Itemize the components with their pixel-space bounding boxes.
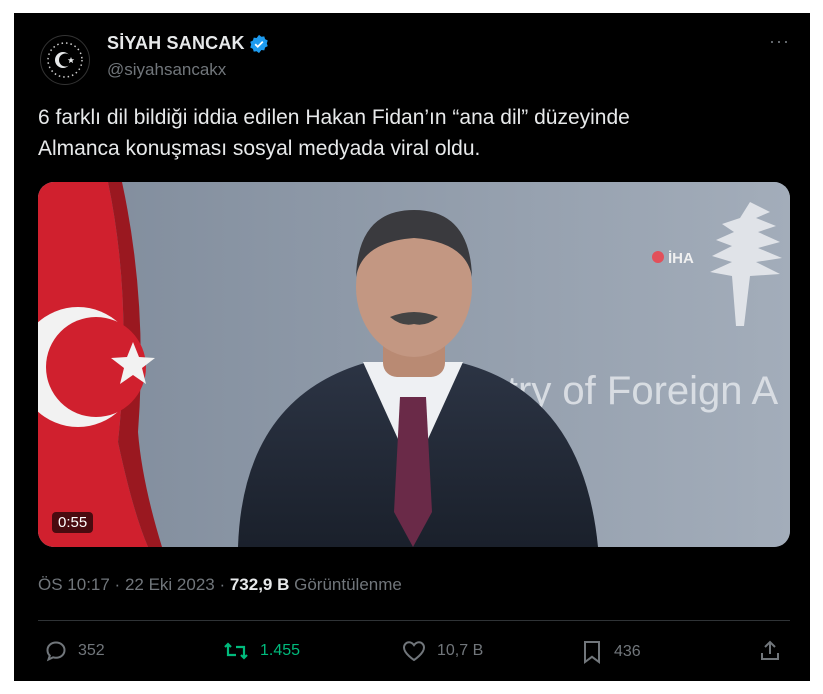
video-duration-badge: 0:55 (52, 512, 94, 533)
tweet-text-line: 6 farklı dil bildiği iddia edilen Hakan … (38, 106, 630, 129)
tweet-text-line: Almanca konuşması sosyal medyada viral o… (38, 137, 481, 160)
meta-separator: · (109, 575, 125, 594)
retweet-icon (224, 642, 248, 660)
bookmark-count: 436 (614, 643, 641, 660)
tweet-card: SİYAH SANCAK @siyahsancakx ··· 6 farklı … (14, 13, 810, 681)
video-player[interactable]: istry of Foreign A İHA 0:55 (38, 182, 790, 547)
reply-icon (46, 641, 66, 662)
tweet-date[interactable]: 22 Eki 2023 (125, 575, 215, 594)
meta-separator: · (214, 575, 230, 594)
bookmark-icon (584, 641, 600, 664)
retweet-button[interactable]: 1.455 (222, 639, 300, 663)
divider (38, 620, 790, 621)
star-crescent-icon (47, 42, 83, 78)
reply-count: 352 (78, 642, 105, 659)
like-button[interactable]: 10,7 B (401, 639, 483, 663)
like-count: 10,7 B (437, 642, 484, 659)
tweet-meta: ÖS 10:17 · 22 Eki 2023 · 732,9 B Görüntü… (38, 575, 402, 595)
tweet-time[interactable]: ÖS 10:17 (38, 575, 110, 594)
bookmark-button[interactable]: 436 (580, 639, 641, 665)
action-bar: 352 1.455 10,7 B 436 (44, 639, 784, 667)
tweet-text: 6 farklı dil bildiği iddia edilen Hakan … (38, 102, 778, 164)
reply-button[interactable]: 352 (44, 639, 105, 663)
heart-icon (402, 641, 426, 662)
author-display-name[interactable]: SİYAH SANCAK (107, 33, 245, 54)
views-count: 732,9 B (229, 575, 290, 594)
more-options-button[interactable]: ··· (769, 31, 790, 52)
agency-watermark: İHA (668, 250, 694, 267)
author-name-row[interactable]: SİYAH SANCAK (107, 33, 269, 54)
avatar[interactable] (40, 35, 90, 85)
retweet-count: 1.455 (260, 642, 301, 659)
author-handle[interactable]: @siyahsancakx (107, 60, 226, 80)
share-icon (761, 640, 779, 660)
share-button[interactable] (758, 639, 782, 663)
video-frame: istry of Foreign A İHA (38, 182, 790, 547)
verified-badge-icon (250, 34, 268, 53)
views-label: Görüntülenme (289, 575, 402, 594)
